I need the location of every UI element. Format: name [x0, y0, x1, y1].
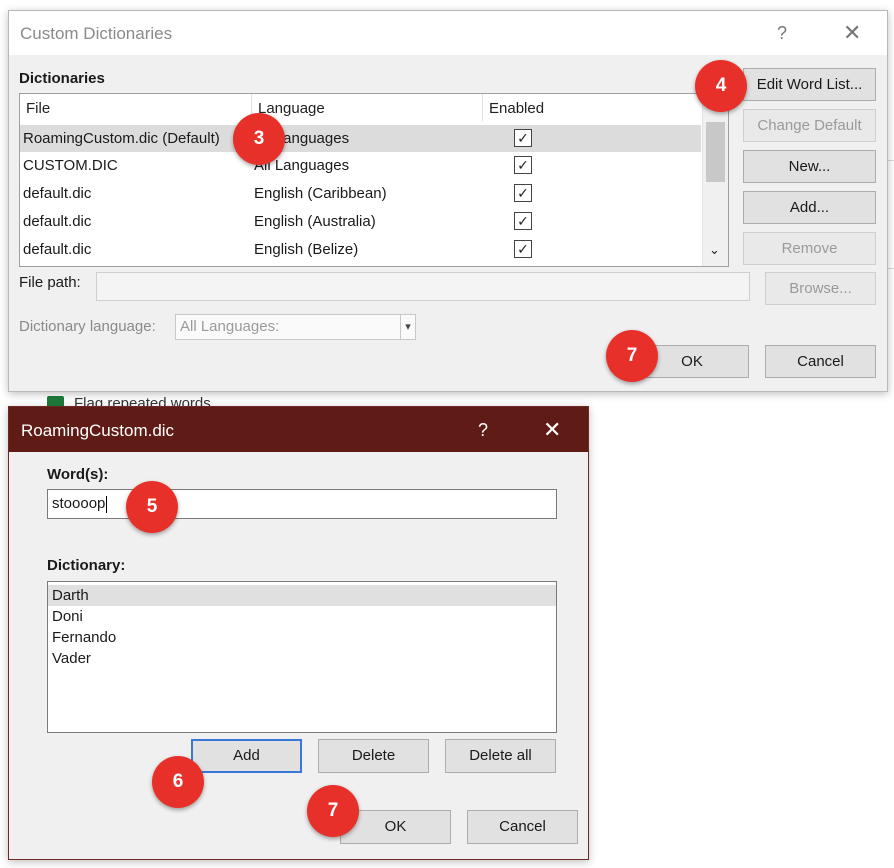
file-cell: default.dic — [23, 241, 92, 258]
enabled-checkbox[interactable]: ✓ — [514, 240, 532, 258]
dictionaries-list[interactable]: File Language Enabled RoamingCustom.dic … — [19, 93, 729, 267]
dictionary-language-value: All Languages: — [180, 318, 280, 335]
cancel-button[interactable]: Cancel — [467, 810, 578, 844]
close-icon[interactable]: ✕ — [843, 20, 861, 46]
change-default-button[interactable]: Change Default — [743, 109, 876, 142]
step-callout-4: 4 — [695, 60, 747, 112]
vertical-scrollbar[interactable]: ⌃ ⌄ — [702, 94, 728, 266]
enabled-checkbox[interactable]: ✓ — [514, 212, 532, 230]
dictionary-language-select[interactable]: All Languages: ▾ — [175, 314, 416, 340]
edit-word-list-dialog: RoamingCustom.dic ? ✕ Word(s): stoooop D… — [8, 406, 589, 860]
step-callout-7: 7 — [606, 330, 658, 382]
file-path-label: File path: — [19, 274, 81, 291]
remove-label: Remove — [781, 240, 838, 257]
delete-button[interactable]: Delete — [318, 739, 429, 773]
words-label: Word(s): — [47, 466, 109, 483]
new-button[interactable]: New... — [743, 150, 876, 183]
delete-all-button[interactable]: Delete all — [445, 739, 556, 773]
words-input-value: stoooop — [52, 495, 106, 512]
add-word-label: Add — [233, 747, 260, 764]
edit-word-list-button[interactable]: Edit Word List... — [743, 68, 876, 101]
words-input[interactable]: stoooop — [47, 489, 557, 519]
change-default-label: Change Default — [757, 117, 862, 134]
add-word-button[interactable]: Add — [191, 739, 302, 773]
dictionary-language-label: Dictionary language: — [19, 318, 156, 335]
table-row[interactable]: default.dic English (Australia) ✓ — [20, 208, 701, 235]
custom-dictionaries-dialog: Custom Dictionaries ? ✕ Dictionaries Fil… — [8, 10, 888, 392]
language-cell: English (Australia) — [254, 213, 376, 230]
step-callout-5: 5 — [126, 481, 178, 533]
delete-label: Delete — [351, 747, 396, 764]
table-row[interactable]: default.dic English (Belize) ✓ — [20, 236, 701, 263]
dictionary-word-list[interactable]: Darth Doni Fernando Vader — [47, 581, 557, 733]
enabled-checkbox[interactable]: ✓ — [514, 156, 532, 174]
dictionary-label: Dictionary: — [47, 557, 126, 574]
edit-word-list-label: Edit Word List... — [756, 76, 863, 93]
language-cell: English (Belize) — [254, 241, 359, 258]
list-item[interactable]: Vader — [48, 648, 556, 669]
file-path-field — [96, 272, 750, 301]
cancel-button[interactable]: Cancel — [765, 345, 876, 378]
text-caret — [106, 495, 108, 513]
browse-label: Browse... — [789, 280, 852, 297]
table-row[interactable]: default.dic English (Caribbean) ✓ — [20, 180, 701, 207]
ok-label: OK — [681, 353, 703, 370]
cancel-label: Cancel — [797, 353, 844, 370]
browse-button[interactable]: Browse... — [765, 272, 876, 305]
add-label: Add... — [789, 199, 830, 216]
add-button[interactable]: Add... — [743, 191, 876, 224]
file-cell: default.dic — [23, 185, 92, 202]
scroll-down-arrow-icon[interactable]: ⌄ — [709, 242, 720, 258]
delete-all-label: Delete all — [469, 747, 532, 764]
step-callout-3: 3 — [233, 113, 285, 165]
enabled-checkbox[interactable]: ✓ — [514, 184, 532, 202]
dictionaries-label: Dictionaries — [19, 70, 105, 87]
column-header-enabled[interactable]: Enabled — [483, 94, 699, 121]
file-cell: default.dic — [23, 213, 92, 230]
step-callout-7: 7 — [307, 785, 359, 837]
language-cell: English (Caribbean) — [254, 185, 387, 202]
list-item[interactable]: Doni — [48, 606, 556, 627]
close-icon[interactable]: ✕ — [543, 417, 561, 443]
step-callout-6: 6 — [152, 756, 204, 808]
remove-button[interactable]: Remove — [743, 232, 876, 265]
enabled-checkbox[interactable]: ✓ — [514, 129, 532, 147]
ok-label: OK — [384, 818, 407, 835]
help-icon[interactable]: ? — [478, 420, 488, 441]
column-header-file[interactable]: File — [20, 94, 252, 121]
chevron-down-icon: ▾ — [400, 315, 415, 339]
scrollbar-thumb[interactable] — [706, 122, 725, 182]
title-bar: RoamingCustom.dic ? ✕ — [9, 407, 588, 452]
list-item[interactable]: Fernando — [48, 627, 556, 648]
title-bar: Custom Dictionaries ? ✕ — [9, 11, 887, 55]
dialog-title: RoamingCustom.dic — [21, 421, 175, 440]
table-row[interactable]: RoamingCustom.dic (Default) All Language… — [20, 125, 701, 152]
list-item[interactable]: Darth — [48, 585, 556, 606]
column-header-language[interactable]: Language — [252, 94, 483, 121]
file-cell: CUSTOM.DIC — [23, 157, 118, 174]
cancel-label: Cancel — [499, 818, 546, 835]
file-cell: RoamingCustom.dic (Default) — [23, 130, 220, 147]
new-label: New... — [788, 158, 831, 175]
dialog-title: Custom Dictionaries — [20, 24, 173, 43]
table-row[interactable]: CUSTOM.DIC All Languages ✓ — [20, 152, 701, 179]
help-icon[interactable]: ? — [777, 23, 787, 44]
